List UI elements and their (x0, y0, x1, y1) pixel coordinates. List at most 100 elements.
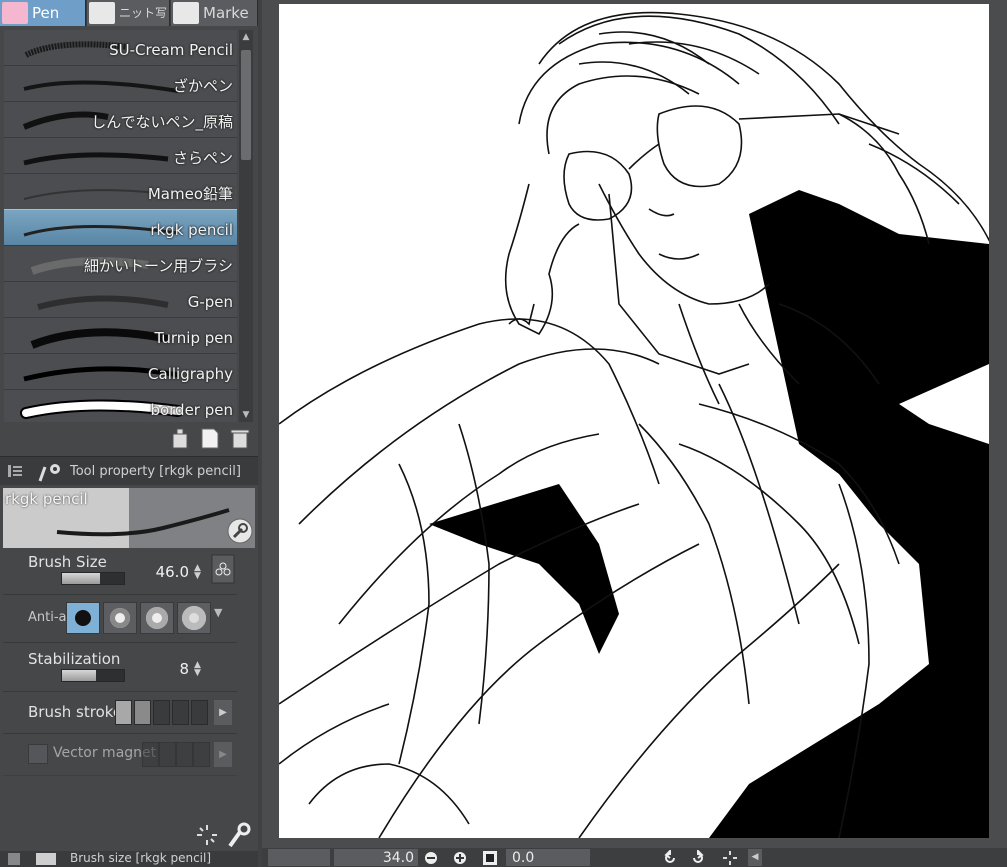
tab-marker-label: Marke (203, 4, 249, 22)
tool-property-icon (38, 464, 60, 482)
rotation-display[interactable]: 0.0 (506, 849, 590, 866)
brush-name: 細かいトーン用ブラシ (84, 257, 233, 275)
brush-name: Turnip pen (154, 329, 233, 347)
left-panel: Pen ニット写 Marke SU-Cream Pencil ざかペン しんでな… (0, 0, 258, 867)
brush-item[interactable]: さらペン (4, 138, 237, 174)
brush-name: ざかペン (172, 77, 233, 95)
preview-stroke (56, 508, 230, 537)
brush-item-selected[interactable]: rkgk pencil (4, 209, 237, 247)
brush-stroke-segment[interactable] (115, 700, 132, 725)
scrollbar-thumb[interactable] (241, 50, 251, 160)
brush-item[interactable]: Calligraphy (4, 354, 237, 390)
brush-item[interactable]: しんでないペン_原稿 (4, 102, 237, 138)
stabilization-spinner[interactable]: ▲ ▼ (194, 661, 201, 678)
anti-aliasing-none-button[interactable] (66, 602, 100, 634)
tab-pen[interactable]: Pen (0, 0, 86, 26)
stabilization-slider[interactable] (61, 669, 125, 682)
brush-stroke-segment[interactable] (191, 700, 208, 725)
zoom-out-icon[interactable] (423, 850, 439, 866)
brush-item[interactable]: Mameo鉛筆 (4, 174, 237, 210)
brush-size-panel-icon (36, 853, 56, 865)
aa-none-icon (75, 610, 91, 626)
fit-to-screen-icon[interactable] (482, 850, 498, 866)
stabilization-label: Stabilization (28, 650, 121, 668)
tool-property-footer (0, 820, 258, 850)
brush-size-slider[interactable] (61, 572, 125, 585)
pen-tab-icon (2, 2, 28, 24)
panel-menu-icon[interactable] (8, 853, 20, 865)
brush-size-spinner[interactable]: ▲ ▼ (194, 564, 201, 581)
aa-medium-icon (146, 607, 168, 629)
zoom-value: 34.0 (382, 850, 414, 866)
rotate-left-icon[interactable] (662, 850, 678, 866)
brush-list: SU-Cream Pencil ざかペン しんでないペン_原稿 さらペン Mam… (4, 30, 237, 422)
loading-spinner-icon (197, 825, 217, 845)
brush-item[interactable]: SU-Cream Pencil (4, 30, 237, 66)
zoom-display[interactable]: 34.0 (334, 849, 418, 866)
brush-stroke-preview (37, 295, 169, 310)
pressure-settings-icon[interactable] (211, 554, 235, 584)
trash-icon[interactable] (228, 426, 252, 450)
anti-aliasing-weak-button[interactable] (103, 602, 137, 634)
brush-size-slider-fill (62, 573, 100, 584)
rotate-right-icon[interactable] (690, 850, 706, 866)
brush-item[interactable]: G-pen (4, 282, 237, 318)
scroll-up-icon[interactable]: ▲ (239, 30, 253, 44)
zoom-in-icon[interactable] (452, 850, 468, 866)
panel-menu-icon[interactable] (8, 464, 22, 478)
brush-size-label: Brush Size (28, 553, 107, 571)
anti-aliasing-medium-button[interactable] (140, 602, 174, 634)
vector-magnet-label: Vector magnet (53, 745, 157, 761)
brush-item[interactable]: border pen (4, 390, 237, 422)
marker-tab-icon (173, 2, 199, 24)
brush-size-panel-title: Brush size [rkgk pencil] (70, 851, 212, 865)
anti-aliasing-strong-button[interactable] (177, 602, 211, 634)
reset-rotation-icon[interactable] (722, 850, 738, 866)
brush-item[interactable]: ざかペン (4, 66, 237, 102)
vector-magnet-expand-icon[interactable]: ▶ (214, 742, 232, 767)
tool-property-header: Tool property [rkgk pencil] (0, 456, 258, 485)
chevron-down-icon[interactable]: ▼ (214, 606, 222, 619)
brush-size-row: Brush Size 46.0 ▲ ▼ (3, 551, 237, 595)
brush-size-value[interactable]: 46.0 (143, 563, 189, 581)
brush-size-panel-header: Brush size [rkgk pencil] (0, 851, 258, 867)
tool-tab-bar: Pen ニット写 Marke (0, 0, 258, 26)
brush-stroke-segment[interactable] (172, 700, 189, 725)
status-bar: 34.0 0.0 ◀ (262, 848, 1007, 867)
tab-marker-set-label: ニット写 (119, 6, 168, 20)
navigator-thumbnail[interactable] (268, 849, 330, 866)
brush-name: Mameo鉛筆 (147, 185, 233, 203)
canvas-area[interactable] (262, 0, 1007, 848)
tab-pen-label: Pen (32, 4, 60, 22)
vector-magnet-checkbox[interactable] (28, 744, 48, 764)
brush-name: SU-Cream Pencil (109, 41, 233, 59)
brush-item[interactable]: 細かいトーン用ブラシ (4, 246, 237, 282)
preview-brush-name: rkgk pencil (5, 490, 88, 508)
brush-list-scrollbar[interactable]: ▲ ▼ (239, 30, 253, 422)
tab-marker[interactable]: Marke (171, 0, 258, 26)
tab-marker-set[interactable]: ニット写 (87, 0, 170, 26)
rotation-value: 0.0 (512, 850, 535, 866)
brush-item[interactable]: Turnip pen (4, 318, 237, 354)
sketch-artwork (279, 11, 989, 838)
brush-stroke-label: Brush stroke (28, 703, 123, 721)
brush-name: border pen (150, 401, 233, 419)
brush-stroke-segment[interactable] (134, 700, 151, 725)
brush-stroke-segment[interactable] (153, 700, 170, 725)
brush-name: さらペン (172, 149, 233, 167)
vector-magnet-segment[interactable] (176, 742, 193, 767)
vector-magnet-segment[interactable] (193, 742, 210, 767)
aa-weak-icon (110, 608, 130, 628)
sub-tool-detail-icon[interactable] (226, 822, 254, 848)
stabilization-value[interactable]: 8 (153, 660, 189, 678)
scroll-down-icon[interactable]: ▼ (239, 408, 253, 422)
vector-magnet-segment[interactable] (142, 742, 159, 767)
wrench-icon[interactable] (227, 518, 253, 544)
aa-strong-icon (182, 606, 206, 630)
brush-stroke-expand-icon[interactable]: ▶ (214, 700, 232, 725)
new-subtool-icon[interactable] (198, 426, 222, 450)
drawing-canvas[interactable] (279, 4, 989, 838)
scroll-left-icon[interactable]: ◀ (748, 849, 762, 866)
vector-magnet-segment[interactable] (159, 742, 176, 767)
copy-subtool-icon[interactable] (170, 426, 194, 450)
